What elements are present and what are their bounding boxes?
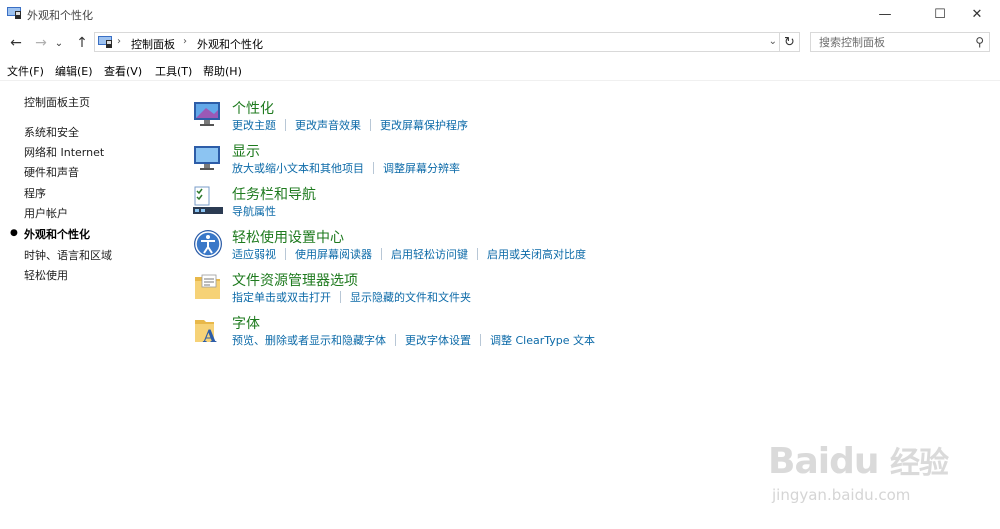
link-screen-reader[interactable]: 使用屏幕阅读器 xyxy=(295,246,372,262)
sidebar-home-link[interactable]: 控制面板主页 xyxy=(24,94,90,110)
link-change-sounds[interactable]: 更改声音效果 xyxy=(295,117,361,133)
refresh-button[interactable]: ↻ xyxy=(780,32,800,52)
link-scale-text[interactable]: 放大或缩小文本和其他项目 xyxy=(232,160,364,176)
title-bar: 外观和个性化 — ☐ ✕ xyxy=(0,0,1000,28)
category-title-personalization[interactable]: 个性化 xyxy=(232,98,274,118)
sidebar-item-system-security[interactable]: 系统和安全 xyxy=(24,124,79,140)
link-divider xyxy=(340,291,341,303)
sidebar-item-user-accounts[interactable]: 用户帐户 xyxy=(24,205,68,221)
search-icon[interactable]: ⚲ xyxy=(975,35,984,49)
sidebar-item-hardware-sound[interactable]: 硬件和声音 xyxy=(24,164,79,180)
menu-bar: 文件(F) 编辑(E) 查看(V) 工具(T) 帮助(H) xyxy=(0,60,1000,81)
watermark-url: jingyan.baidu.com xyxy=(772,486,911,504)
address-dropdown-button[interactable]: ⌄ xyxy=(769,36,777,47)
sidebar-item-ease-of-access[interactable]: 轻松使用 xyxy=(24,267,68,283)
up-button[interactable]: ↑ xyxy=(72,33,92,53)
folder-options-icon[interactable] xyxy=(192,271,224,303)
baidu-watermark: Baidu 经验 jingyan.baidu.com xyxy=(760,430,980,510)
menu-view[interactable]: 查看(V) xyxy=(104,63,142,79)
category-title-fonts[interactable]: 字体 xyxy=(232,313,260,333)
sidebar-item-programs[interactable]: 程序 xyxy=(24,185,46,201)
link-divider xyxy=(381,248,382,260)
link-screen-resolution[interactable]: 调整屏幕分辨率 xyxy=(383,160,460,176)
menu-tools[interactable]: 工具(T) xyxy=(155,63,192,79)
category-links-display: 放大或缩小文本和其他项目 调整屏幕分辨率 xyxy=(232,160,460,176)
category-links-taskbar: 导航属性 xyxy=(232,203,276,219)
display-icon[interactable] xyxy=(192,142,224,174)
back-button[interactable]: ← xyxy=(6,33,26,53)
link-preview-fonts[interactable]: 预览、删除或者显示和隐藏字体 xyxy=(232,332,386,348)
category-title-taskbar[interactable]: 任务栏和导航 xyxy=(232,184,316,204)
recent-locations-button[interactable]: ⌄ xyxy=(52,33,66,53)
category-links-folder-options: 指定单击或双击打开 显示隐藏的文件和文件夹 xyxy=(232,289,471,305)
menu-file[interactable]: 文件(F) xyxy=(7,63,44,79)
category-links-fonts: 预览、删除或者显示和隐藏字体 更改字体设置 调整 ClearType 文本 xyxy=(232,332,595,348)
control-panel-icon xyxy=(7,7,21,19)
minimize-button[interactable]: — xyxy=(862,0,908,28)
link-change-screensaver[interactable]: 更改屏幕保护程序 xyxy=(380,117,468,133)
link-divider xyxy=(285,248,286,260)
link-single-double-click[interactable]: 指定单击或双击打开 xyxy=(232,289,331,305)
link-divider xyxy=(370,119,371,131)
fonts-icon[interactable]: A xyxy=(192,314,224,346)
link-low-vision[interactable]: 适应弱视 xyxy=(232,246,276,262)
search-box[interactable]: ⚲ xyxy=(810,32,990,52)
link-divider xyxy=(480,334,481,346)
close-button[interactable]: ✕ xyxy=(954,0,1000,28)
breadcrumb-control-panel[interactable]: 控制面板 xyxy=(131,36,175,52)
link-divider xyxy=(477,248,478,260)
window-title: 外观和个性化 xyxy=(27,9,93,22)
menu-help[interactable]: 帮助(H) xyxy=(203,63,242,79)
link-divider xyxy=(395,334,396,346)
link-change-theme[interactable]: 更改主题 xyxy=(232,117,276,133)
personalization-icon[interactable] xyxy=(192,98,224,130)
navigation-bar: ← → ⌄ ↑ › 控制面板 › 外观和个性化 ⌄ ↻ ⚲ xyxy=(0,30,1000,56)
breadcrumb-appearance[interactable]: 外观和个性化 xyxy=(197,36,263,52)
link-divider xyxy=(285,119,286,131)
control-panel-icon xyxy=(98,36,112,48)
current-item-bullet-icon: ● xyxy=(10,228,18,238)
link-show-hidden-files[interactable]: 显示隐藏的文件和文件夹 xyxy=(350,289,471,305)
search-input[interactable] xyxy=(811,33,969,51)
category-title-folder-options[interactable]: 文件资源管理器选项 xyxy=(232,270,358,290)
sidebar-item-network[interactable]: 网络和 Internet xyxy=(24,144,104,160)
forward-button[interactable]: → xyxy=(31,33,51,53)
watermark-brand: Baidu 经验 xyxy=(768,441,949,482)
link-navigation-properties[interactable]: 导航属性 xyxy=(232,203,276,219)
menu-edit[interactable]: 编辑(E) xyxy=(55,63,93,79)
taskbar-icon[interactable] xyxy=(192,185,224,217)
sidebar-item-clock-language[interactable]: 时钟、语言和区域 xyxy=(24,247,112,263)
breadcrumb-separator[interactable]: › xyxy=(117,36,121,47)
category-links-personalization: 更改主题 更改声音效果 更改屏幕保护程序 xyxy=(232,117,468,133)
link-accessibility-keys[interactable]: 启用轻松访问键 xyxy=(391,246,468,262)
breadcrumb-separator[interactable]: › xyxy=(183,36,187,47)
link-high-contrast[interactable]: 启用或关闭高对比度 xyxy=(487,246,586,262)
link-divider xyxy=(373,162,374,174)
svg-text:A: A xyxy=(202,327,217,346)
sidebar-item-appearance: 外观和个性化 xyxy=(24,228,90,241)
category-links-ease-of-access: 适应弱视 使用屏幕阅读器 启用轻松访问键 启用或关闭高对比度 xyxy=(232,246,586,262)
category-title-display[interactable]: 显示 xyxy=(232,141,260,161)
category-title-ease-of-access[interactable]: 轻松使用设置中心 xyxy=(232,227,344,247)
ease-of-access-icon[interactable] xyxy=(192,228,224,260)
link-adjust-cleartype[interactable]: 调整 ClearType 文本 xyxy=(490,332,595,348)
link-change-font-settings[interactable]: 更改字体设置 xyxy=(405,332,471,348)
address-bar[interactable]: › 控制面板 › 外观和个性化 ⌄ xyxy=(94,32,780,52)
